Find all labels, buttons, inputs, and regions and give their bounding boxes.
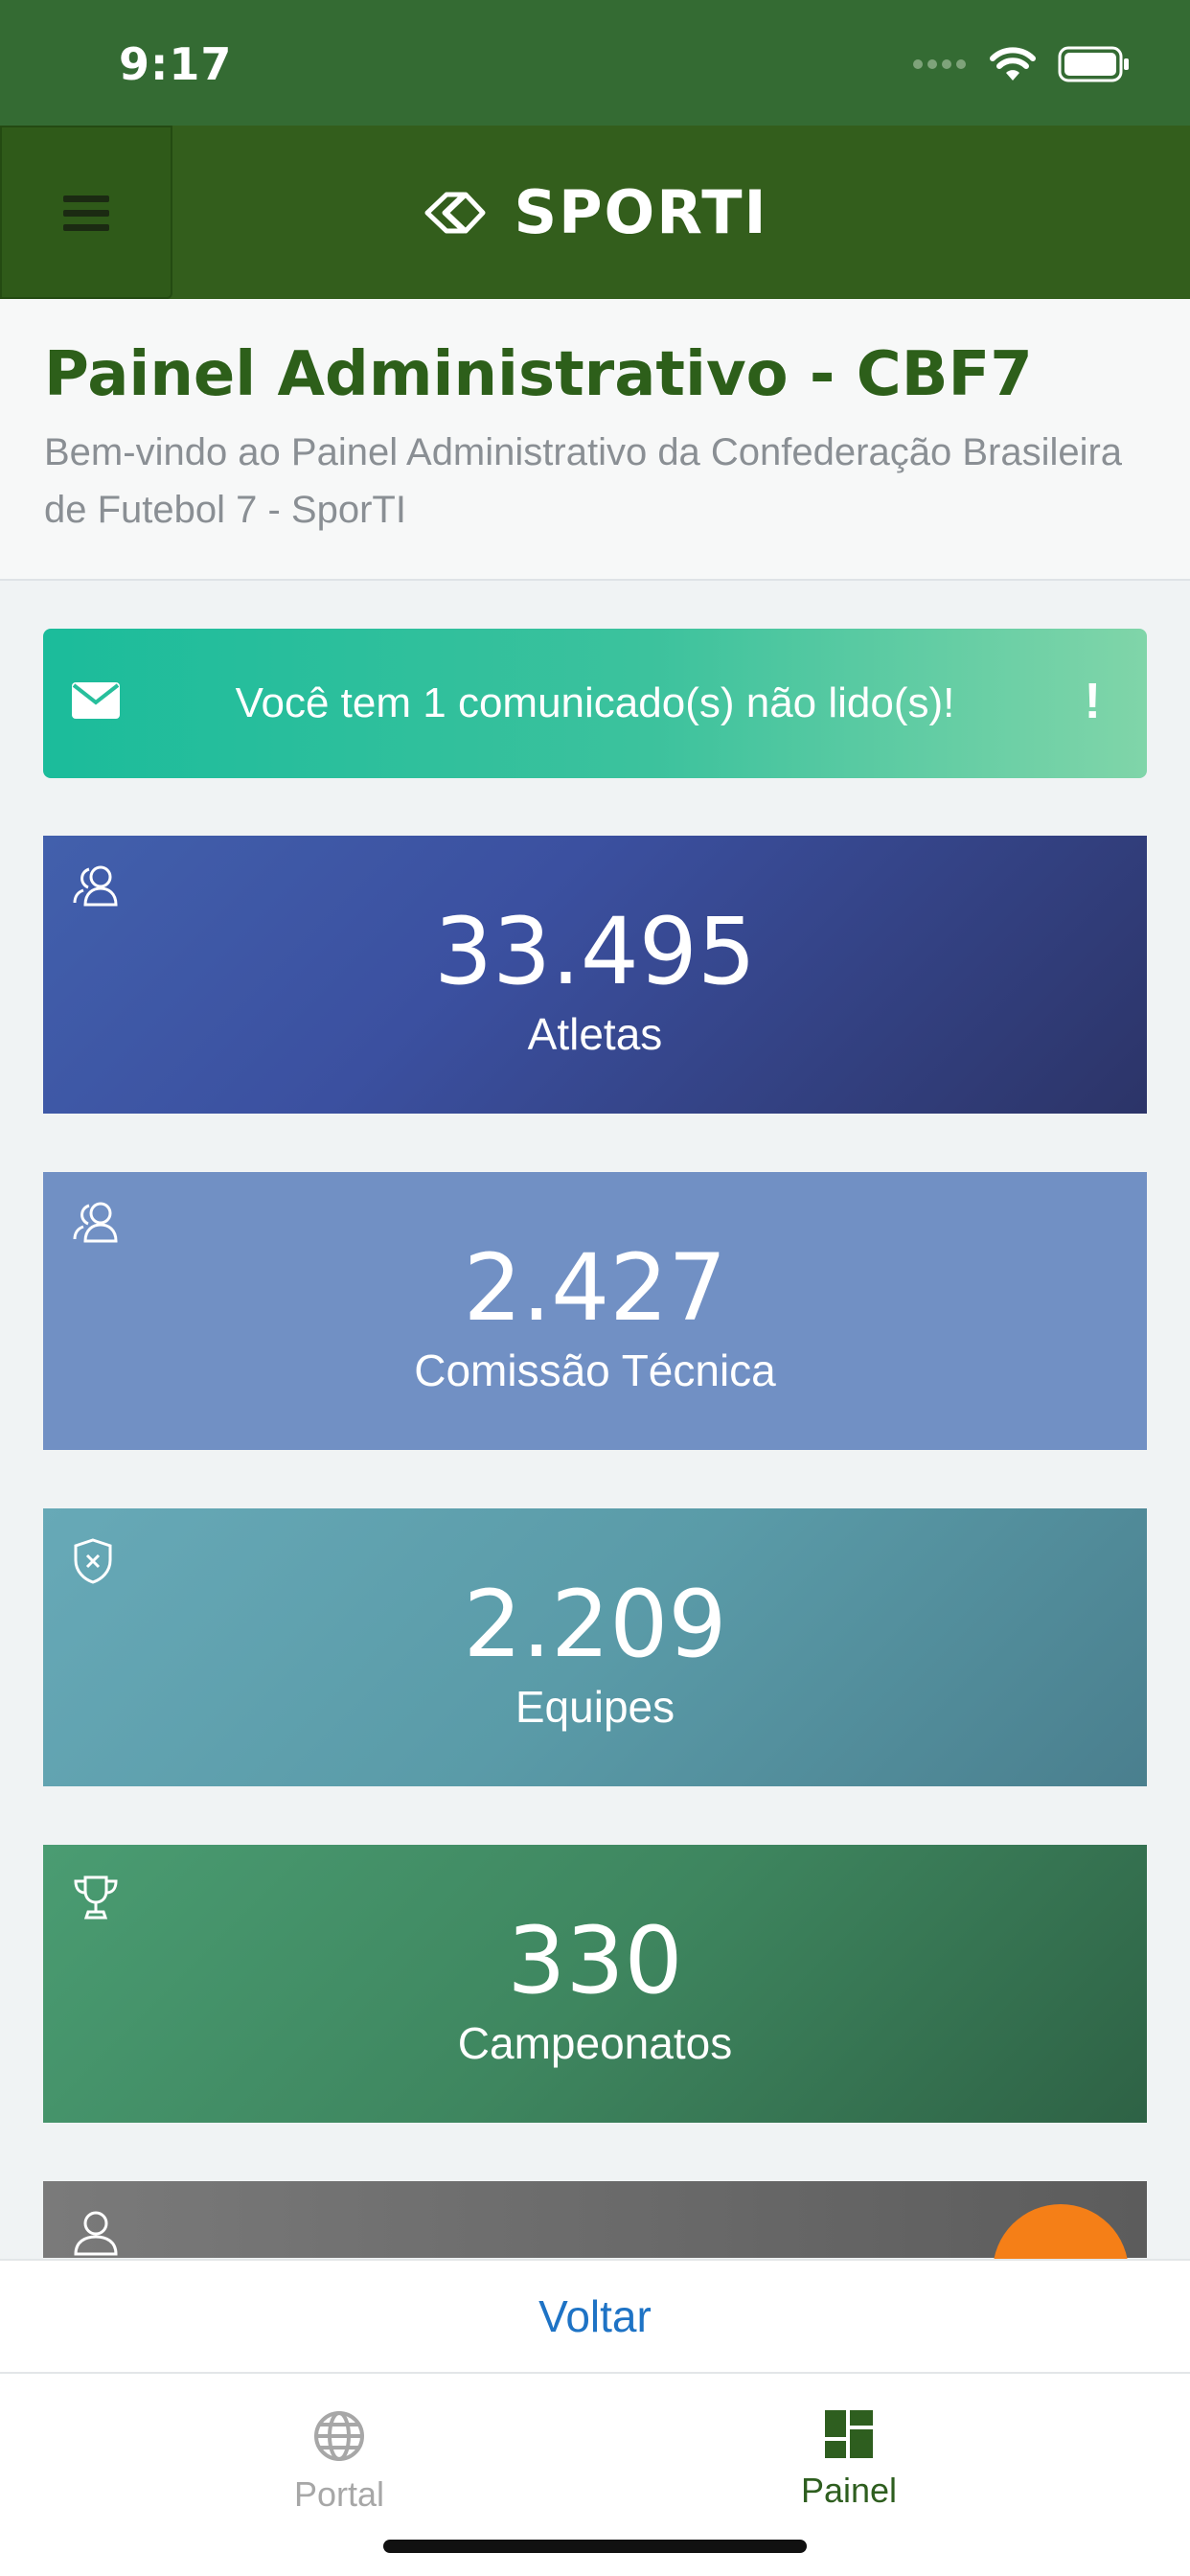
status-bar: 9:17 (0, 0, 1190, 126)
alert-text: Você tem 1 comunicado(s) não lido(s)! (235, 679, 955, 726)
users-card[interactable] (43, 2181, 1147, 2258)
tab-portal-label: Portal (293, 2474, 385, 2514)
page-header: Painel Administrativo - CBF7 Bem-vindo a… (0, 299, 1190, 581)
menu-button[interactable] (0, 126, 172, 299)
hamburger-icon (63, 195, 109, 231)
status-icons (912, 46, 1131, 82)
brand-name: SPORTI (514, 177, 768, 247)
technical-staff-label: Comissão Técnica (414, 1346, 776, 1395)
technical-staff-card[interactable]: 2.427 Comissão Técnica (43, 1172, 1147, 1450)
battery-icon (1058, 46, 1129, 82)
technical-staff-count: 2.427 (463, 1234, 727, 1342)
home-indicator (383, 2540, 807, 2553)
athletes-count: 33.495 (434, 898, 756, 1005)
alert-badge: ! (1084, 674, 1101, 729)
championships-count: 330 (507, 1907, 683, 2014)
back-bar: Voltar (0, 2259, 1190, 2374)
status-time: 9:17 (119, 38, 233, 90)
tab-painel-label: Painel (800, 2471, 898, 2510)
sporti-logo-icon (424, 192, 486, 233)
tab-portal[interactable]: Portal (195, 2410, 483, 2515)
back-link[interactable]: Voltar (538, 2290, 652, 2342)
page-subtitle: Bem-vindo ao Painel Administrativo da Co… (44, 431, 1123, 531)
brand: SPORTI (0, 126, 1190, 299)
page-title: Painel Administrativo - CBF7 (44, 339, 1033, 410)
wifi-icon (990, 47, 1036, 80)
envelope-icon (72, 682, 120, 719)
teams-label: Equipes (515, 1682, 675, 1732)
top-navbar: SPORTI (0, 126, 1190, 299)
championships-label: Campeonatos (457, 2018, 733, 2068)
user-icon (74, 2211, 118, 2256)
tab-painel[interactable]: Painel (705, 2410, 993, 2511)
teams-count: 2.209 (463, 1571, 727, 1678)
signal-icon (913, 59, 966, 69)
dashboard-icon (825, 2410, 873, 2458)
teams-card[interactable]: 2.209 Equipes (43, 1508, 1147, 1786)
globe-icon (314, 2411, 364, 2461)
unread-notice-alert[interactable]: Você tem 1 comunicado(s) não lido(s)! ! (43, 629, 1147, 778)
athletes-card[interactable]: 33.495 Atletas (43, 836, 1147, 1114)
athletes-label: Atletas (527, 1009, 663, 1059)
championships-card[interactable]: 330 Campeonatos (43, 1845, 1147, 2123)
